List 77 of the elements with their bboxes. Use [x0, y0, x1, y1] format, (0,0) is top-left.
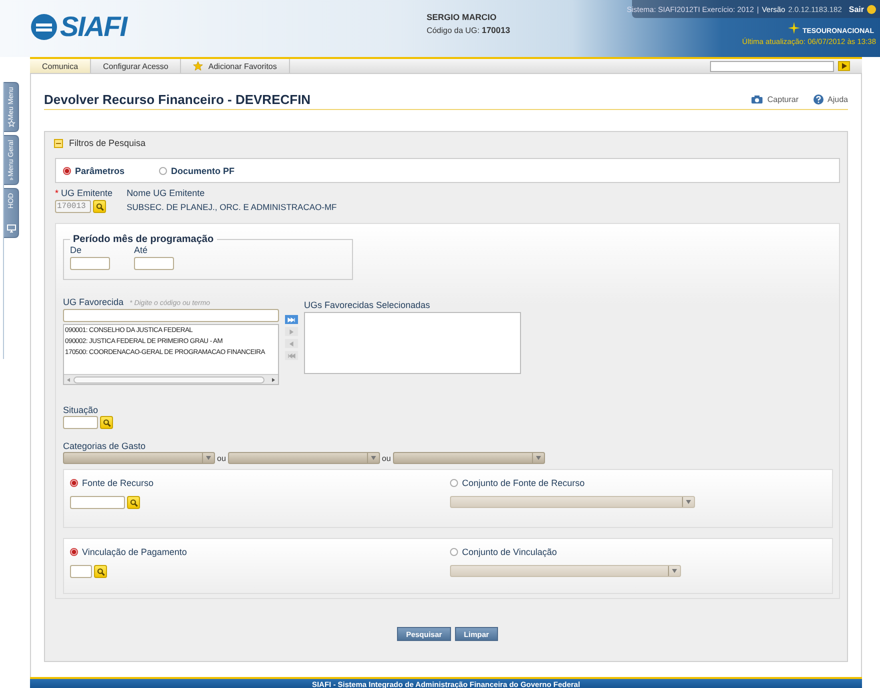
- field-label: UGs Favorecidas Selecionadas: [304, 300, 430, 310]
- play-icon: [842, 63, 846, 69]
- caret-icon: [536, 456, 541, 460]
- radio-label: Fonte de Recurso: [82, 478, 154, 488]
- ug-code: 170013: [482, 25, 510, 35]
- selected-list-box[interactable]: [304, 312, 521, 374]
- search-icon: [130, 498, 138, 506]
- field-label: UG Favorecida: [63, 297, 124, 307]
- radio-label: Parâmetros: [75, 166, 125, 176]
- radio-button[interactable]: [70, 479, 78, 487]
- search-button[interactable]: [127, 496, 140, 509]
- radio-label: Vinculação de Pagamento: [82, 547, 187, 557]
- collapse-icon[interactable]: [54, 138, 63, 148]
- panel-title: Filtros de Pesquisa: [69, 138, 146, 148]
- caret-icon: [672, 569, 677, 573]
- radio-button[interactable]: [63, 166, 71, 174]
- group-title: Período mês de programação: [72, 234, 215, 245]
- caret-icon: [686, 500, 691, 504]
- arrow-icon: [287, 316, 296, 322]
- dropdown[interactable]: [63, 452, 215, 464]
- help-icon: [812, 94, 824, 105]
- input-field[interactable]: [70, 496, 125, 509]
- field-label: Situação: [63, 405, 100, 415]
- camera-icon: [751, 95, 764, 104]
- dropdown[interactable]: [450, 565, 681, 577]
- dropdown[interactable]: [450, 496, 695, 508]
- field-label: Categorias de Gasto: [63, 441, 147, 451]
- arrow-icon: [287, 352, 296, 358]
- search-icon: [96, 568, 104, 576]
- separator-text: ou: [217, 454, 226, 462]
- radio-label: Conjunto de Fonte de Recurso: [462, 478, 585, 488]
- field-label: Até: [134, 245, 149, 255]
- nav-tab[interactable]: Configurar Acesso: [91, 59, 182, 73]
- input-field[interactable]: [70, 257, 110, 270]
- help-button[interactable]: Ajuda: [812, 94, 848, 105]
- user-name: SERGIO MARCIO: [426, 11, 498, 24]
- page-title: Devolver Recurso Financeiro - DEVRECFIN: [44, 92, 311, 107]
- radio-button[interactable]: [450, 548, 458, 556]
- monitor-icon: [6, 224, 16, 233]
- radio-button[interactable]: [70, 548, 78, 556]
- star-icon: [6, 120, 16, 127]
- star-icon: [193, 61, 204, 71]
- radio-button[interactable]: [450, 479, 458, 487]
- logo-icon: [30, 13, 58, 41]
- radio-label: Documento PF: [171, 166, 235, 176]
- go-button[interactable]: [838, 61, 850, 71]
- search-icon: [102, 418, 110, 426]
- nav-tab[interactable]: Adicionar Favoritos: [181, 59, 290, 73]
- radio-button[interactable]: [159, 166, 167, 174]
- ug-label: Código da UG:: [426, 26, 480, 35]
- star-burst-icon: [787, 21, 802, 35]
- nav-tab[interactable]: Comunica: [30, 59, 92, 73]
- transfer-button[interactable]: [285, 315, 298, 324]
- dropdown[interactable]: [392, 452, 545, 464]
- dropdown[interactable]: [228, 452, 380, 464]
- field-label: UG Emitente: [61, 188, 113, 198]
- input-field[interactable]: [134, 257, 174, 270]
- search-icon: [96, 202, 104, 210]
- search-field[interactable]: [710, 60, 834, 72]
- separator-text: ou: [382, 454, 391, 462]
- caret-icon: [206, 456, 211, 460]
- logo-text: SIAFI: [60, 11, 127, 43]
- capture-button[interactable]: Capturar: [751, 94, 799, 105]
- caret-icon: [370, 456, 376, 460]
- required-marker: *: [55, 188, 59, 198]
- scrollbar[interactable]: [64, 374, 278, 384]
- logout-button[interactable]: Sair: [844, 4, 876, 14]
- input-field[interactable]: [63, 416, 98, 429]
- search-button[interactable]: [94, 565, 107, 578]
- input-field[interactable]: [70, 565, 92, 578]
- input-field[interactable]: [63, 309, 279, 322]
- search-button[interactable]: [100, 416, 113, 429]
- field-label: Nome UG Emitente: [126, 188, 206, 198]
- field-label: De: [70, 245, 83, 255]
- ug-name-value: SUBSEC. DE PLANEJ., ORC. E ADMINISTRACAO-MF: [126, 202, 337, 212]
- search-button[interactable]: [93, 200, 106, 213]
- radio-label: Conjunto de Vinculação: [462, 547, 557, 557]
